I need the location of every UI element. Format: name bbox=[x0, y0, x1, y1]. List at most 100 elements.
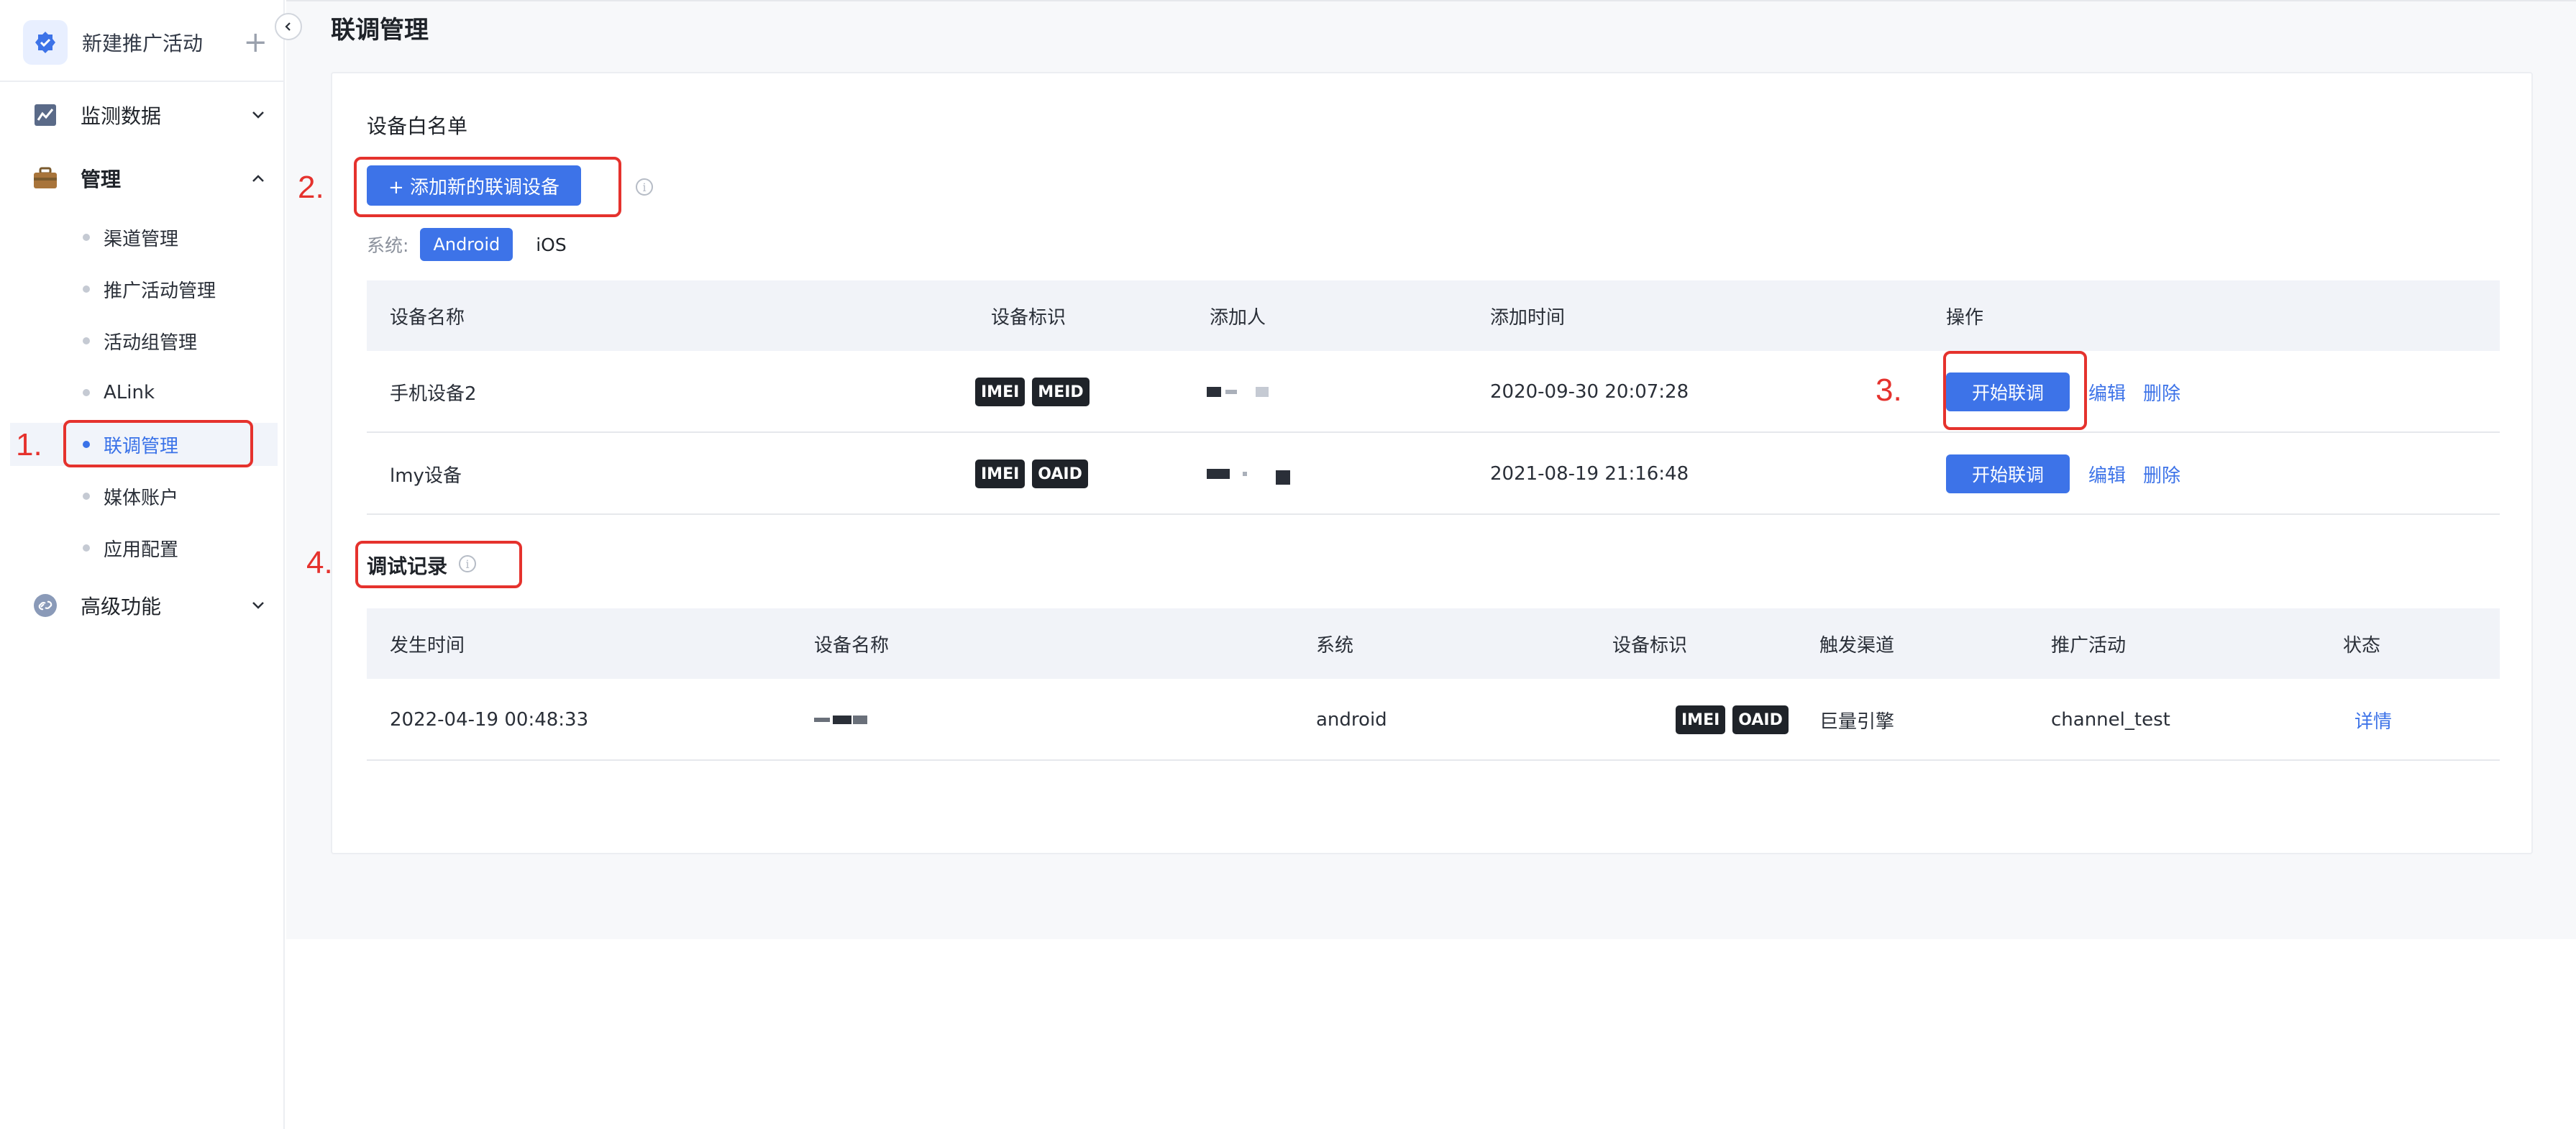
added-by-masked bbox=[1207, 351, 1269, 433]
annotation-box bbox=[1943, 351, 2087, 430]
annotation-number: 2. bbox=[298, 170, 324, 205]
device-name-masked bbox=[814, 679, 867, 761]
sidebar-item-campaign-management[interactable]: 推广活动管理 bbox=[10, 268, 278, 311]
bullet-icon bbox=[83, 234, 90, 241]
sidebar-item-label: 活动组管理 bbox=[104, 332, 198, 354]
campaign-name: channel_test bbox=[2051, 709, 2170, 731]
annotation-box bbox=[354, 157, 621, 217]
sidebar-item-app-config[interactable]: 应用配置 bbox=[10, 526, 278, 570]
column-header: 添加人 bbox=[1210, 306, 1266, 329]
sidebar-item-alink[interactable]: ALink bbox=[10, 371, 278, 414]
annotation-number: 4. bbox=[306, 545, 333, 580]
bullet-icon bbox=[83, 389, 90, 396]
device-name: lmy设备 bbox=[390, 465, 462, 487]
added-time: 2020-09-30 20:07:28 bbox=[1490, 381, 1689, 403]
column-header: 推广活动 bbox=[2051, 634, 2127, 657]
system-value: android bbox=[1316, 709, 1387, 731]
edit-link[interactable]: 编辑 bbox=[2088, 351, 2126, 433]
device-tag: IMEI bbox=[1676, 705, 1726, 734]
whitelist-title: 设备白名单 bbox=[367, 114, 468, 138]
page-footer-area bbox=[286, 939, 2576, 1129]
device-tag: MEID bbox=[1032, 378, 1090, 406]
system-option-ios[interactable]: iOS bbox=[536, 234, 567, 255]
column-header: 设备标识 bbox=[991, 306, 1067, 329]
briefcase-icon bbox=[32, 165, 59, 192]
add-icon[interactable]: + bbox=[243, 28, 268, 57]
main-content: 联调管理 设备白名单 + 添加新的联调设备 i 系统: Android iOS … bbox=[286, 0, 2576, 1129]
system-filter: 系统: Android iOS bbox=[367, 227, 567, 262]
added-time: 2021-08-19 21:16:48 bbox=[1490, 463, 1689, 485]
table-row: lmy设备 IMEI OAID 2021-08-19 21:16:48 开始联调… bbox=[367, 433, 2500, 515]
annotation-number: 3. bbox=[1876, 372, 1902, 408]
device-tag: OAID bbox=[1732, 705, 1789, 734]
info-icon[interactable]: i bbox=[636, 178, 653, 196]
chevron-down-icon bbox=[252, 111, 264, 119]
column-header: 设备名称 bbox=[390, 306, 465, 329]
sidebar: 新建推广活动 + 监测数据 管理 渠道管理 推广活动管理 活动组管理 ALink… bbox=[0, 0, 285, 1129]
app-window: 新建推广活动 + 监测数据 管理 渠道管理 推广活动管理 活动组管理 ALink… bbox=[0, 0, 2576, 1129]
column-header: 操作 bbox=[1946, 306, 1984, 329]
nav-group-label: 高级功能 bbox=[81, 595, 162, 618]
edit-link[interactable]: 编辑 bbox=[2088, 433, 2126, 515]
delete-link[interactable]: 删除 bbox=[2143, 433, 2180, 515]
annotation-box bbox=[63, 420, 253, 467]
nav-group-monitoring[interactable]: 监测数据 bbox=[32, 93, 269, 137]
divider bbox=[0, 81, 285, 82]
nav-group-label: 监测数据 bbox=[81, 104, 162, 128]
sidebar-item-label: 推广活动管理 bbox=[104, 280, 216, 302]
device-tags: IMEI OAID bbox=[1676, 679, 1796, 761]
link-icon bbox=[32, 592, 59, 619]
sidebar-item-label: 媒体账户 bbox=[104, 487, 179, 509]
trigger-channel: 巨量引擎 bbox=[1819, 710, 1895, 733]
nav-group-management[interactable]: 管理 bbox=[32, 157, 269, 200]
table-header: 设备名称 设备标识 添加人 添加时间 操作 bbox=[367, 280, 2500, 351]
nav-group-label: 管理 bbox=[81, 168, 122, 191]
column-header: 添加时间 bbox=[1490, 306, 1566, 329]
column-header: 系统 bbox=[1316, 634, 1354, 657]
event-time: 2022-04-19 00:48:33 bbox=[390, 709, 589, 731]
sidebar-item-channel-management[interactable]: 渠道管理 bbox=[10, 216, 278, 259]
bullet-icon bbox=[83, 493, 90, 500]
chevron-down-icon bbox=[252, 602, 264, 609]
content-card: 设备白名单 + 添加新的联调设备 i 系统: Android iOS 设备名称 … bbox=[331, 72, 2533, 854]
column-header: 设备标识 bbox=[1612, 634, 1688, 657]
chart-icon bbox=[32, 101, 59, 129]
added-by-masked bbox=[1207, 433, 1290, 515]
system-option-android[interactable]: Android bbox=[420, 228, 513, 261]
table-row: 手机设备2 IMEI MEID 2020-09-30 20:07:28 开始联调… bbox=[367, 351, 2500, 433]
chevron-up-icon bbox=[252, 175, 264, 182]
bullet-icon bbox=[83, 544, 90, 552]
sidebar-item-group-management[interactable]: 活动组管理 bbox=[10, 319, 278, 362]
device-tag: OAID bbox=[1032, 460, 1088, 488]
column-header: 状态 bbox=[2343, 634, 2381, 657]
brand-header[interactable]: 新建推广活动 + bbox=[23, 19, 268, 66]
nav-group-advanced[interactable]: 高级功能 bbox=[32, 584, 269, 627]
system-label: 系统: bbox=[367, 235, 409, 256]
device-tag: IMEI bbox=[975, 460, 1026, 488]
table-header: 发生时间 设备名称 系统 设备标识 触发渠道 推广活动 状态 bbox=[367, 608, 2500, 679]
chevron-left-icon bbox=[285, 22, 291, 31]
delete-link[interactable]: 删除 bbox=[2143, 351, 2180, 433]
details-link[interactable]: 详情 bbox=[2355, 679, 2392, 761]
column-header: 发生时间 bbox=[390, 634, 465, 657]
column-header: 设备名称 bbox=[814, 634, 890, 657]
column-header: 触发渠道 bbox=[1819, 634, 1895, 657]
device-name: 手机设备2 bbox=[390, 383, 477, 405]
sidebar-item-label: 应用配置 bbox=[104, 539, 179, 561]
start-debug-button[interactable]: 开始联调 bbox=[1946, 454, 2070, 493]
device-tags: IMEI MEID bbox=[975, 351, 1097, 433]
annotation-number: 1. bbox=[16, 427, 42, 462]
annotation-box bbox=[355, 541, 522, 588]
bullet-icon bbox=[83, 285, 90, 293]
brand-logo-icon bbox=[23, 20, 68, 65]
brand-title: 新建推广活动 bbox=[82, 32, 204, 55]
device-tag: IMEI bbox=[975, 378, 1026, 406]
sidebar-item-label: 渠道管理 bbox=[104, 228, 179, 250]
bullet-icon bbox=[83, 337, 90, 344]
collapse-sidebar-button[interactable] bbox=[275, 13, 302, 40]
top-border bbox=[286, 0, 2576, 1]
sidebar-item-label: ALink bbox=[104, 382, 155, 403]
device-tags: IMEI OAID bbox=[975, 433, 1095, 515]
sidebar-item-media-accounts[interactable]: 媒体账户 bbox=[10, 475, 278, 518]
table-row: 2022-04-19 00:48:33 android IMEI OAID 巨量… bbox=[367, 679, 2500, 761]
